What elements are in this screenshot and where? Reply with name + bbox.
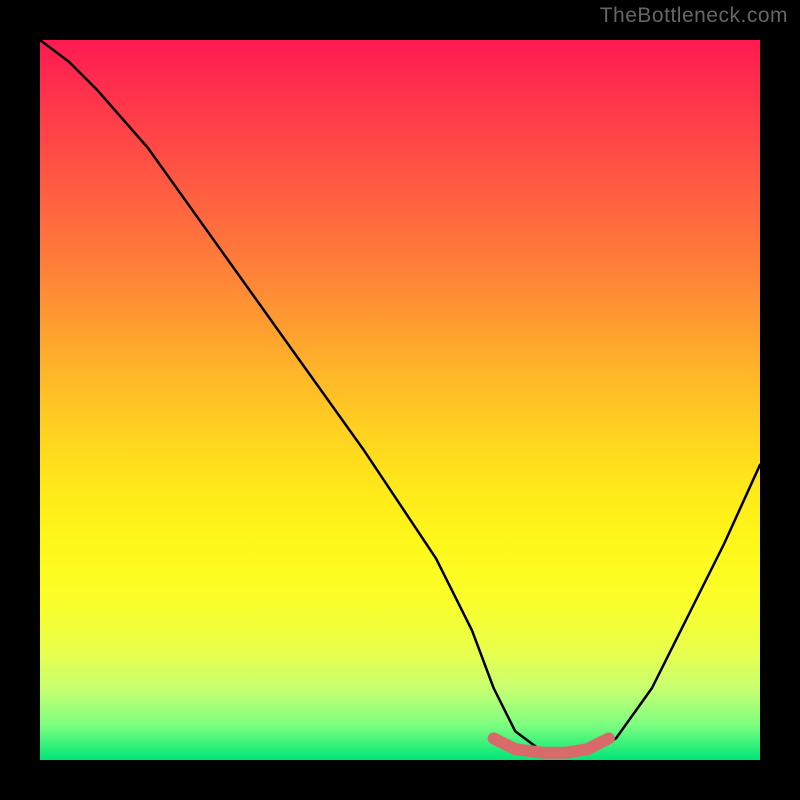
optimal-highlight-path — [494, 738, 609, 752]
bottleneck-curve-path — [40, 40, 760, 753]
watermark-text: TheBottleneck.com — [600, 4, 788, 28]
curve-svg — [40, 40, 760, 760]
chart-frame: TheBottleneck.com — [0, 0, 800, 800]
plot-area — [40, 40, 760, 760]
